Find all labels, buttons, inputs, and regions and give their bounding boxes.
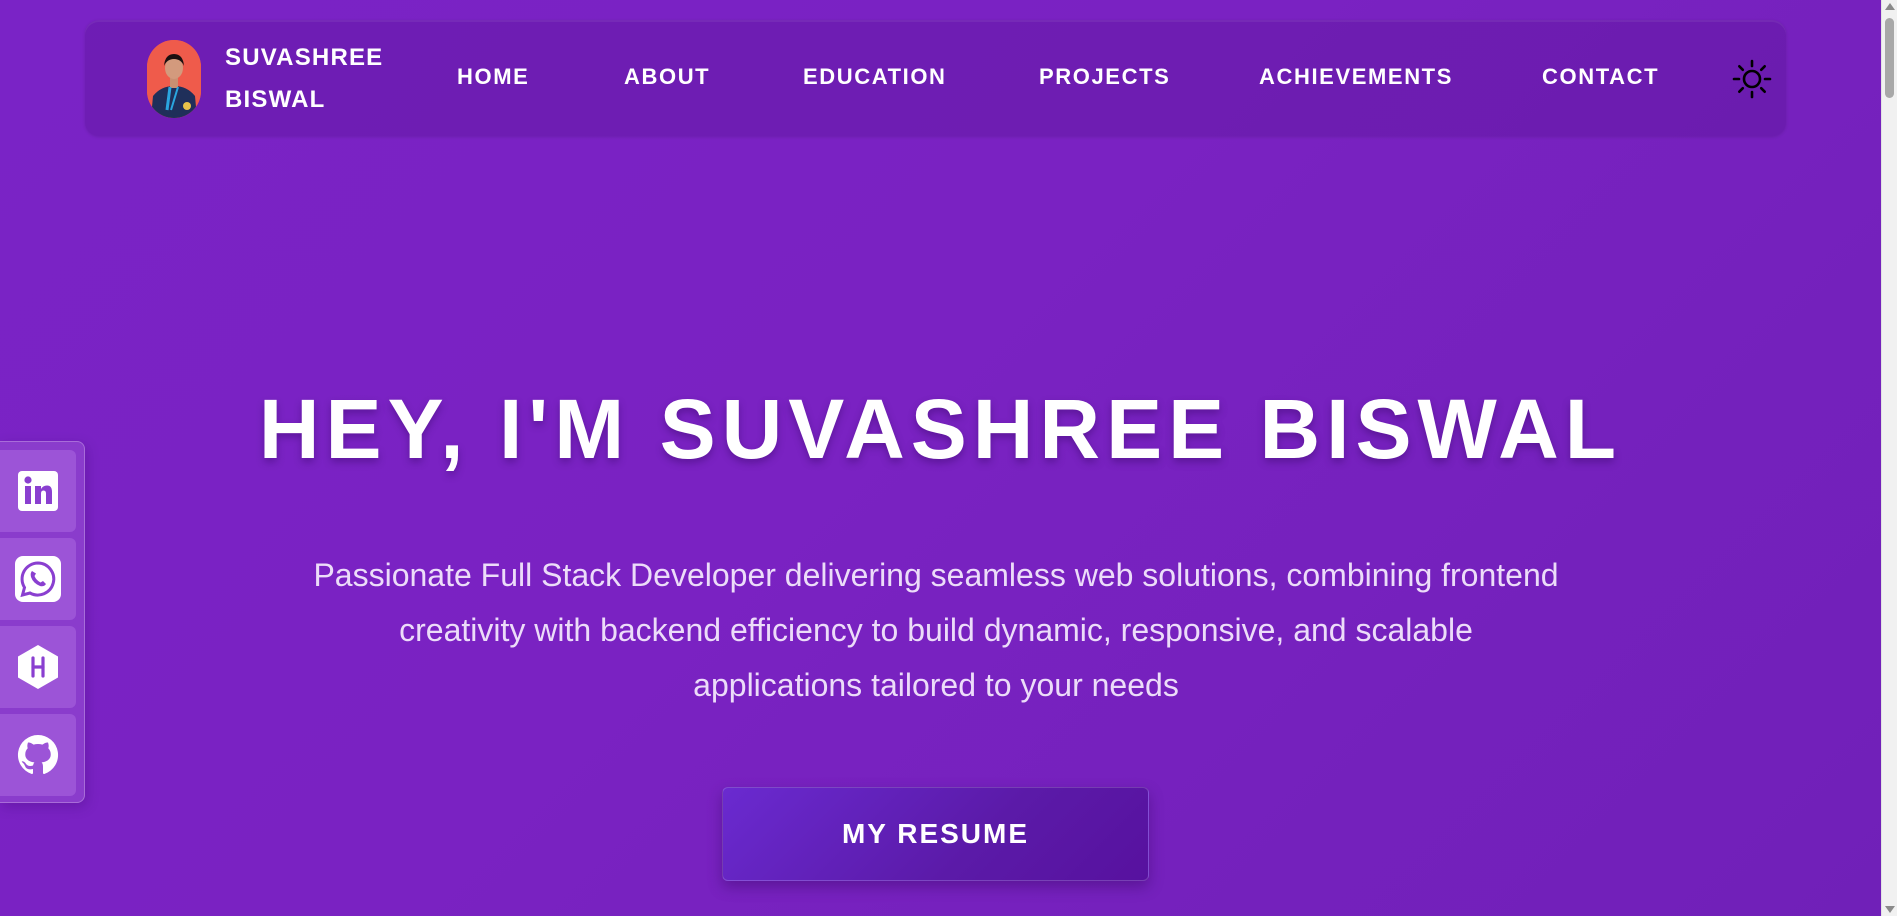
hero-subtitle-line2: creativity with backend efficiency to bu… [399,612,1473,648]
social-github-link[interactable] [0,714,76,796]
hero-subtitle-line1: Passionate Full Stack Developer deliveri… [313,557,1559,593]
navbar: SUVASHREE BISWAL HOME ABOUT EDUCATION PR… [85,20,1786,136]
social-hashnode-link[interactable] [0,626,76,708]
nav-home[interactable]: HOME [457,64,529,90]
nav-contact[interactable]: CONTACT [1542,64,1659,90]
nav-education[interactable]: EDUCATION [803,64,947,90]
scroll-up-arrow-icon[interactable] [1885,3,1895,10]
nav-links: HOME ABOUT EDUCATION PROJECTS ACHIEVEMEN… [85,20,1786,136]
scroll-thumb[interactable] [1885,18,1894,98]
hero-subtitle-line3: applications tailored to your needs [693,667,1179,703]
hero-subtitle: Passionate Full Stack Developer deliveri… [290,548,1582,713]
social-sidebar [0,441,85,803]
page-scrollbar[interactable] [1881,0,1897,916]
nav-projects[interactable]: PROJECTS [1039,64,1170,90]
hashnode-icon [18,645,58,689]
social-whatsapp-link[interactable] [0,538,76,620]
scroll-down-arrow-icon[interactable] [1885,906,1895,913]
hero-title: HEY, I'M SUVASHREE BISWAL [258,382,1623,476]
theme-toggle-button[interactable] [1731,58,1773,100]
linkedin-icon [18,471,58,511]
resume-button[interactable]: MY RESUME [722,787,1149,881]
whatsapp-icon [15,556,61,602]
nav-achievements[interactable]: ACHIEVEMENTS [1259,64,1453,90]
sun-icon [1732,59,1772,99]
github-icon [17,734,59,775]
nav-about[interactable]: ABOUT [624,64,710,90]
social-linkedin-link[interactable] [0,450,76,532]
